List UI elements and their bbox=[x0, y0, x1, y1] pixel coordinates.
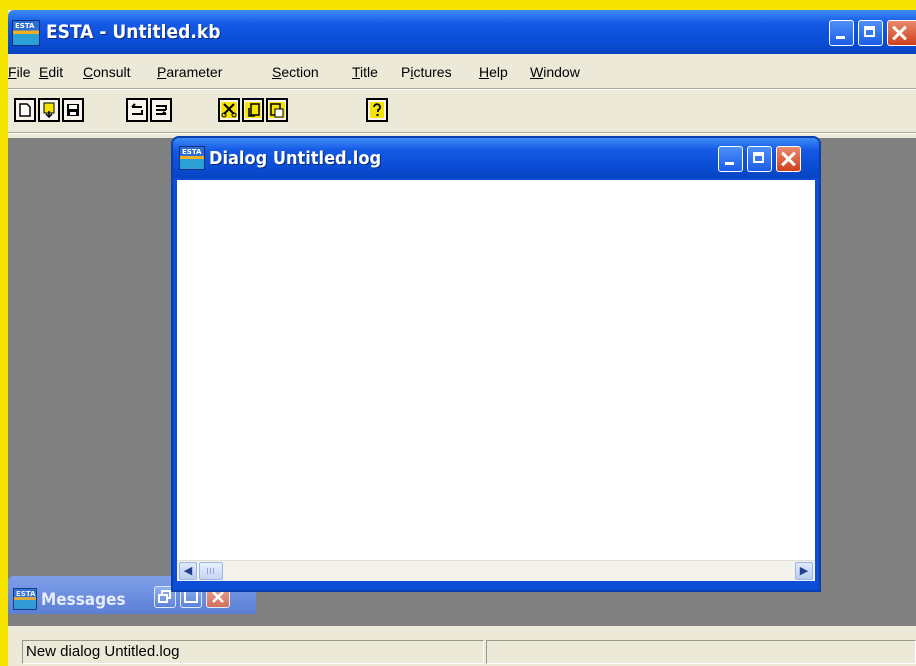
save-icon bbox=[67, 104, 79, 116]
copy-icon bbox=[245, 102, 261, 118]
undo-icon bbox=[131, 103, 143, 115]
close-button[interactable] bbox=[887, 20, 916, 46]
open-file-icon bbox=[43, 102, 55, 118]
redo-button[interactable] bbox=[150, 98, 172, 122]
open-file-button[interactable] bbox=[38, 98, 60, 122]
dialog-title: Dialog Untitled.log bbox=[209, 148, 382, 169]
menu-parameter[interactable]: Parameter bbox=[157, 64, 222, 80]
menu-pictures[interactable]: Pictures bbox=[401, 64, 452, 80]
dialog-close-button[interactable] bbox=[776, 146, 801, 172]
dialog-maximize-button[interactable] bbox=[747, 146, 772, 172]
toolbar-separator bbox=[8, 132, 916, 134]
window-title: ESTA - Untitled.kb bbox=[46, 21, 221, 43]
dialog-window: ESTA Dialog Untitled.log ◀ ▶ bbox=[171, 136, 821, 592]
redo-icon bbox=[156, 105, 167, 115]
menu-file[interactable]: File bbox=[8, 64, 31, 80]
dialog-content-area[interactable] bbox=[177, 180, 815, 560]
scrollbar-thumb[interactable] bbox=[199, 562, 223, 580]
save-button[interactable] bbox=[62, 98, 84, 122]
minimize-button[interactable] bbox=[829, 20, 854, 46]
menu-help[interactable]: Help bbox=[479, 64, 508, 80]
menu-title[interactable]: Title bbox=[352, 64, 378, 80]
menu-window[interactable]: Window bbox=[530, 64, 580, 80]
dialog-minimize-button[interactable] bbox=[718, 146, 743, 172]
status-bar: New dialog Untitled.log bbox=[8, 632, 916, 666]
copy-button[interactable] bbox=[242, 98, 264, 122]
dialog-app-icon[interactable]: ESTA bbox=[179, 146, 205, 170]
scroll-right-button[interactable]: ▶ bbox=[795, 562, 813, 580]
menu-bar: File Edit Consult Parameter Section Titl… bbox=[8, 60, 916, 86]
paste-button[interactable] bbox=[266, 98, 288, 122]
menu-section[interactable]: Section bbox=[272, 64, 319, 80]
undo-button[interactable] bbox=[126, 98, 148, 122]
menu-separator bbox=[8, 88, 916, 90]
messages-title: Messages bbox=[41, 590, 126, 610]
cut-button[interactable] bbox=[218, 98, 240, 122]
scroll-left-button[interactable]: ◀ bbox=[179, 562, 197, 580]
horizontal-scrollbar[interactable]: ◀ ▶ bbox=[177, 560, 815, 581]
paste-icon bbox=[269, 102, 285, 118]
new-file-icon bbox=[19, 103, 31, 117]
messages-app-icon: ESTA bbox=[13, 588, 37, 610]
cut-icon bbox=[221, 102, 237, 118]
help-button[interactable] bbox=[366, 98, 388, 122]
maximize-button[interactable] bbox=[858, 20, 883, 46]
menu-edit[interactable]: Edit bbox=[39, 64, 63, 80]
status-panel-right bbox=[486, 640, 916, 664]
esta-app-icon[interactable]: ESTA bbox=[12, 20, 40, 46]
status-message: New dialog Untitled.log bbox=[22, 640, 484, 664]
new-file-button[interactable] bbox=[14, 98, 36, 122]
help-icon bbox=[370, 102, 384, 118]
dialog-titlebar[interactable]: ESTA Dialog Untitled.log bbox=[173, 138, 819, 178]
toolbar bbox=[8, 94, 916, 130]
main-titlebar[interactable]: ESTA ESTA - Untitled.kb bbox=[8, 10, 916, 54]
menu-consult[interactable]: Consult bbox=[83, 64, 130, 80]
